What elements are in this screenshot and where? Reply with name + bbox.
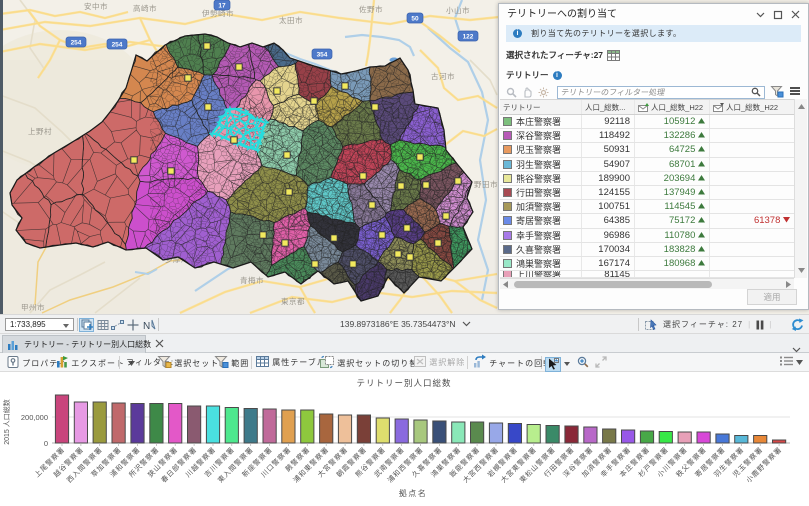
svg-text:東京都: 東京都 [281,296,305,306]
svg-text:太田市: 太田市 [279,15,303,25]
svg-text:野田市: 野田市 [474,179,498,189]
svg-text:N: N [143,321,150,332]
svg-text:200,000: 200,000 [21,413,48,422]
svg-text:50: 50 [411,16,419,23]
svg-text:17: 17 [218,3,226,10]
svg-text:254: 254 [112,42,123,49]
svg-text:佐野市: 佐野市 [359,4,383,14]
svg-text:上野村: 上野村 [28,126,52,136]
svg-text:小山市: 小山市 [446,5,470,15]
svg-text:安中市: 安中市 [84,1,108,11]
svg-text:354: 354 [317,52,328,59]
svg-text:青梅市: 青梅市 [240,275,264,285]
svg-text:高崎市: 高崎市 [133,3,157,13]
svg-text:122: 122 [463,34,474,41]
svg-text:古河市: 古河市 [431,71,455,81]
svg-text:254: 254 [71,40,82,47]
svg-text:甲州市: 甲州市 [21,302,45,312]
svg-text:テリトリー別人口総数: テリトリー別人口総数 [356,378,451,388]
svg-text:2015 人口総数: 2015 人口総数 [2,399,11,445]
svg-text:拠点名: 拠点名 [399,488,428,498]
svg-text:0: 0 [44,439,48,448]
